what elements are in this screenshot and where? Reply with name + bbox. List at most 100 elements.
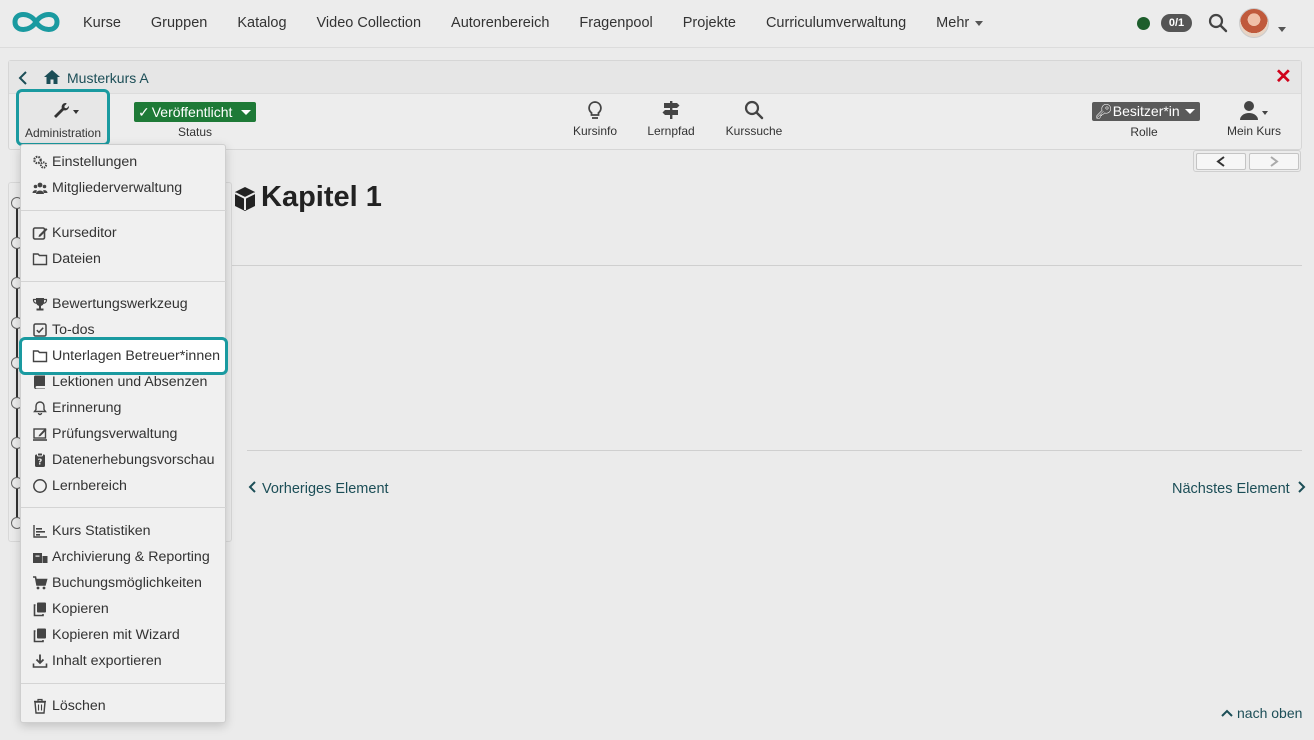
menu-item-label: Erinnerung: [52, 400, 122, 416]
kurssuche-button[interactable]: Kurssuche: [722, 100, 786, 138]
lightbulb-icon: [585, 100, 605, 120]
online-status-icon[interactable]: [1137, 17, 1150, 30]
pager-next-button[interactable]: [1249, 153, 1299, 170]
menu-item-label: Kopieren: [52, 601, 109, 617]
copy-icon: [33, 628, 46, 643]
archive-icon: [33, 553, 48, 563]
status-label: Status: [177, 125, 213, 139]
menu-divider: [21, 507, 227, 508]
chevron-down-icon: [1184, 109, 1195, 114]
menu-item-label: Bewertungswerkzeug: [52, 296, 188, 312]
next-element-link[interactable]: Nächstes Element: [1172, 480, 1307, 497]
breadcrumb-course-title[interactable]: Musterkurs A: [67, 70, 149, 86]
openolat-logo-icon[interactable]: [10, 9, 62, 35]
circle-icon: [33, 479, 47, 493]
copy-icon: [33, 602, 46, 617]
menu-item-kopieren-mit-wizard[interactable]: Kopieren mit Wizard: [21, 622, 227, 648]
administration-menu: Einstellungen Mitgliederverwaltung Kurse…: [19, 144, 228, 723]
mein-kurs-button[interactable]: Mein Kurs: [1222, 100, 1286, 138]
nav-curriculumverwaltung[interactable]: Curriculumverwaltung: [751, 15, 921, 31]
chevron-left-icon: [248, 481, 256, 493]
menu-item-mitgliederverwaltung[interactable]: Mitgliederverwaltung: [21, 175, 227, 201]
chevron-down-icon[interactable]: [1278, 21, 1286, 39]
book-icon: [33, 375, 45, 389]
menu-item-label: Buchungsmöglichkeiten: [52, 575, 202, 591]
lernpfad-button[interactable]: Lernpfad: [642, 100, 700, 138]
menu-item-lernbereich[interactable]: Lernbereich: [21, 473, 227, 499]
mein-kurs-label: Mein Kurs: [1226, 124, 1282, 138]
administration-button[interactable]: Administration: [16, 89, 110, 146]
lernpfad-label: Lernpfad: [647, 124, 695, 138]
divider: [232, 265, 1302, 266]
nav-autorenbereich[interactable]: Autorenbereich: [436, 15, 564, 31]
role-value: Besitzer*in: [1112, 103, 1180, 119]
top-navbar: Kurse Gruppen Katalog Video Collection A…: [0, 0, 1314, 48]
nav-mehr[interactable]: Mehr: [921, 15, 998, 31]
menu-item-label: Einstellungen: [52, 154, 138, 170]
menu-item-label: Inhalt exportieren: [52, 653, 162, 669]
back-chevron-icon[interactable]: [18, 71, 28, 85]
menu-item-label: Datenerhebungsvorschau: [52, 452, 215, 468]
menu-item-pruefungsverwaltung[interactable]: Prüfungsverwaltung: [21, 421, 227, 447]
role-dropdown[interactable]: 🔑︎Besitzer*in: [1092, 102, 1200, 121]
trash-icon: [34, 698, 46, 714]
back-to-top-link[interactable]: nach oben: [1220, 705, 1302, 721]
menu-item-erinnerung[interactable]: Erinnerung: [21, 395, 227, 421]
menu-item-archivierung-reporting[interactable]: Archivierung & Reporting: [21, 544, 227, 570]
menu-item-lektionen-absenzen[interactable]: Lektionen und Absenzen: [21, 369, 227, 395]
clipboard-icon: ?: [35, 452, 45, 467]
menu-item-kurseditor[interactable]: Kurseditor: [21, 220, 227, 246]
edit-icon: [32, 227, 48, 240]
next-element-label: Nächstes Element: [1172, 481, 1290, 497]
user-avatar[interactable]: [1239, 8, 1269, 38]
pager-prev-button[interactable]: [1196, 153, 1246, 170]
bell-icon: [33, 401, 47, 416]
nav-katalog[interactable]: Katalog: [222, 15, 301, 31]
menu-item-kopieren[interactable]: Kopieren: [21, 596, 227, 622]
nav-video-collection[interactable]: Video Collection: [302, 15, 437, 31]
previous-element-link[interactable]: Vorheriges Element: [247, 480, 389, 497]
check-icon: ✓: [138, 104, 150, 120]
nav-fragenpool[interactable]: Fragenpool: [564, 15, 667, 31]
menu-item-bewertungswerkzeug[interactable]: Bewertungswerkzeug: [21, 291, 227, 317]
main-nav: Kurse Gruppen Katalog Video Collection A…: [68, 0, 998, 46]
menu-item-label: Kurs Statistiken: [52, 523, 151, 539]
nav-mehr-label: Mehr: [936, 15, 970, 31]
svg-text:?: ?: [38, 458, 43, 467]
kursinfo-label: Kursinfo: [572, 124, 618, 138]
search-icon[interactable]: [1208, 13, 1228, 33]
folder-icon: [32, 350, 48, 363]
search-icon: [744, 100, 764, 120]
menu-item-inhalt-exportieren[interactable]: Inhalt exportieren: [21, 648, 227, 674]
user-icon: [1237, 100, 1271, 122]
gears-icon: [33, 155, 48, 169]
breadcrumb: Musterkurs A ✕: [9, 61, 1301, 94]
menu-item-label: Archivierung & Reporting: [52, 549, 210, 565]
menu-item-label: Dateien: [52, 251, 101, 267]
publication-status-dropdown[interactable]: ✓ Veröffentlicht: [134, 102, 257, 122]
cart-icon: [33, 576, 48, 590]
menu-item-loeschen[interactable]: Löschen: [21, 693, 227, 719]
menu-item-kurs-statistiken[interactable]: Kurs Statistiken: [21, 518, 227, 544]
menu-divider: [21, 683, 227, 684]
nav-gruppen[interactable]: Gruppen: [136, 15, 222, 31]
menu-item-buchungsmoeglichkeiten[interactable]: Buchungsmöglichkeiten: [21, 570, 227, 596]
status-value: Veröffentlicht: [151, 104, 233, 120]
menu-item-label: Prüfungsverwaltung: [52, 426, 178, 442]
trophy-icon: [32, 298, 48, 311]
nav-projekte[interactable]: Projekte: [668, 15, 751, 31]
close-icon[interactable]: ✕: [1275, 67, 1292, 87]
menu-item-einstellungen[interactable]: Einstellungen: [21, 149, 227, 175]
menu-item-label: Unterlagen Betreuer*innen: [52, 348, 220, 364]
home-icon[interactable]: [43, 69, 61, 85]
menu-item-label: Lektionen und Absenzen: [52, 374, 208, 390]
page-title: Kapitel 1: [261, 181, 382, 213]
users-icon: [32, 182, 48, 194]
menu-item-datenerhebungsvorschau[interactable]: ? Datenerhebungsvorschau: [21, 447, 227, 473]
online-count-badge[interactable]: 0/1: [1161, 14, 1192, 32]
previous-element-label: Vorheriges Element: [262, 481, 389, 497]
menu-item-label: Kurseditor: [52, 225, 117, 241]
kursinfo-button[interactable]: Kursinfo: [566, 100, 624, 138]
menu-item-dateien[interactable]: Dateien: [21, 246, 227, 272]
nav-kurse[interactable]: Kurse: [68, 15, 136, 31]
